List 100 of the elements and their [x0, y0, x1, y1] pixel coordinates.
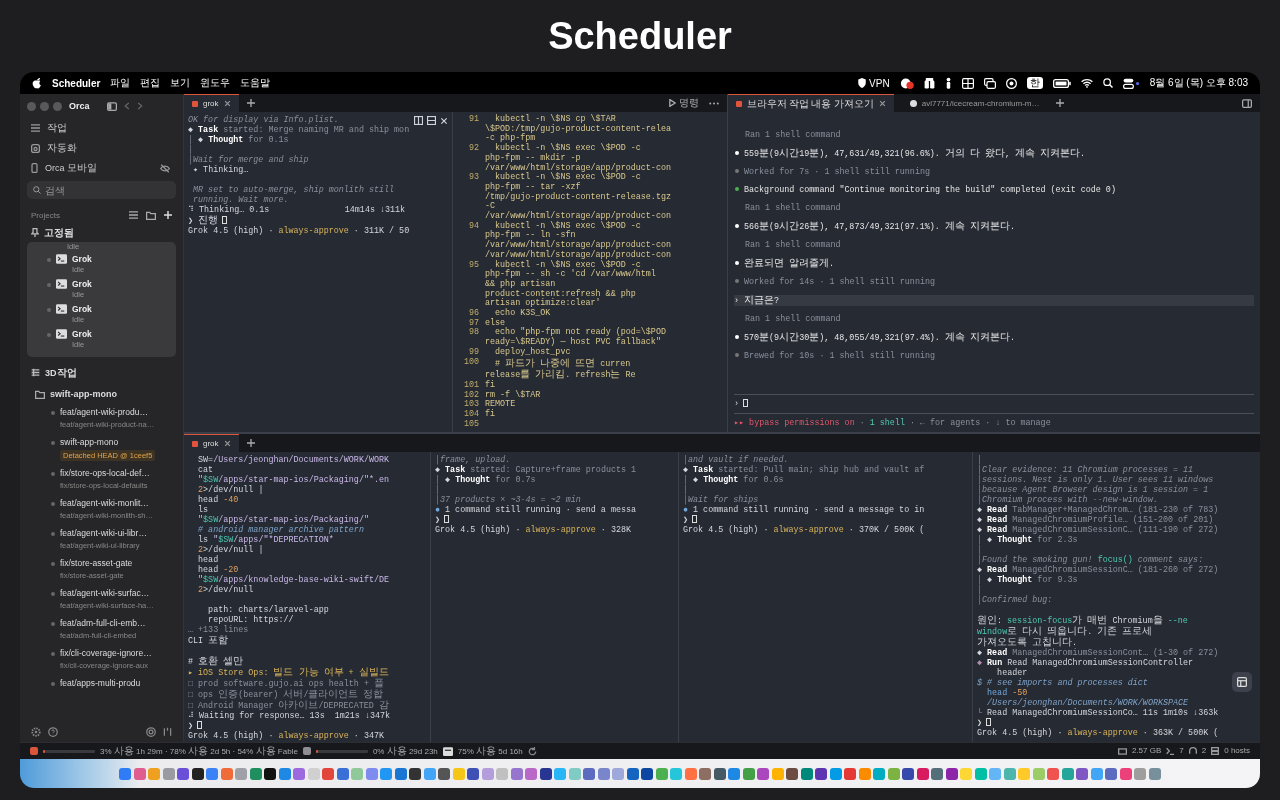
play-icon[interactable] [669, 99, 676, 107]
folder-icon[interactable] [146, 210, 156, 220]
plus-icon[interactable] [246, 99, 255, 107]
battery-icon[interactable] [1052, 78, 1071, 88]
grid-icon[interactable] [961, 77, 974, 89]
tab[interactable]: grok [184, 434, 239, 452]
wifi-icon[interactable] [1080, 78, 1093, 88]
help-icon[interactable] [48, 727, 58, 737]
panel-icon[interactable] [427, 116, 436, 125]
recording-icon[interactable] [899, 77, 914, 89]
shield-icon[interactable] [858, 78, 867, 88]
branch-name[interactable]: fix/store-asset-gate [60, 558, 133, 569]
app-icon[interactable] [641, 768, 654, 780]
app-icon[interactable] [409, 768, 422, 780]
group-label[interactable]: 고정됨 [44, 225, 74, 240]
app-icon[interactable] [945, 768, 958, 780]
branch-name[interactable]: fix/cli-coverage-ignore… [60, 648, 152, 659]
repo-name[interactable]: swift-app-mono [50, 389, 117, 399]
menu-item[interactable]: 편집 [140, 76, 161, 90]
layout-button[interactable] [1232, 672, 1252, 692]
app-icon[interactable] [467, 768, 480, 780]
app-icon[interactable] [713, 768, 726, 780]
binoculars-icon[interactable] [923, 77, 935, 89]
app-icon[interactable] [786, 768, 799, 780]
settings-icon[interactable] [31, 727, 41, 737]
nav-item[interactable]: Orca 모바일 [45, 161, 97, 175]
more-icon[interactable] [709, 101, 719, 105]
search-field[interactable]: 검색 [27, 181, 176, 199]
logo-icon[interactable] [32, 77, 42, 89]
calendar-icon[interactable] [31, 143, 40, 153]
sidebar-toggle-icon[interactable] [106, 101, 117, 111]
sidebar-toggle-icon[interactable] [1242, 98, 1252, 108]
forward-icon[interactable] [136, 102, 143, 110]
session-name[interactable]: Grok [72, 254, 92, 265]
branch-name[interactable]: feat/agent-wiki-surfac… [60, 588, 154, 599]
terminal-line: │frame, upload. [435, 455, 512, 465]
menu-item[interactable]: 보기 [170, 76, 191, 90]
branch-name[interactable]: feat/agent-wiki-produ… [60, 407, 155, 418]
vpn-label[interactable]: VPN [869, 77, 890, 89]
group-label[interactable]: 3D작업 [45, 365, 77, 380]
app-icon[interactable] [438, 768, 451, 780]
search-icon[interactable] [1102, 78, 1113, 88]
target-icon[interactable] [1005, 77, 1017, 89]
menu-item[interactable]: 윈도우 [200, 76, 231, 90]
input-method-indicator[interactable]: 한 [1026, 77, 1043, 89]
run-button[interactable]: 명령 [667, 95, 701, 111]
session-name[interactable]: Grok [72, 329, 92, 340]
app-menu[interactable]: Scheduler [52, 77, 101, 89]
nav-item[interactable]: 자동화 [47, 141, 77, 155]
split-icon[interactable] [163, 727, 172, 737]
back-icon[interactable] [123, 102, 130, 110]
close-icon[interactable] [878, 100, 886, 107]
terminal-line: ⠼ Waiting for response… 13s 1m21s ↓347k [188, 711, 391, 721]
close-icon[interactable] [440, 116, 448, 125]
session-name[interactable]: Grok [72, 279, 92, 290]
terminal-line: ls [197, 505, 210, 515]
app-icon[interactable] [815, 768, 828, 780]
branch-name[interactable]: feat/agent-wiki-monlit… [60, 498, 153, 509]
branch-name[interactable]: fix/store-ops-local-def… [60, 468, 150, 479]
app-title: Orca [69, 101, 90, 111]
close-icon[interactable] [223, 100, 231, 107]
tab[interactable]: avl7771/icecream-chromium-m… [901, 94, 1048, 112]
app-icon[interactable] [902, 768, 915, 780]
branch-name[interactable]: feat/adm-full-cli-emb… [60, 618, 146, 629]
branch-name[interactable]: feat/apps-multi-produ [60, 678, 141, 689]
menu-item[interactable]: 도움말 [240, 76, 271, 90]
app-icon[interactable] [539, 768, 552, 780]
terminal-line: ❯ [188, 721, 426, 731]
layout-icon[interactable] [1237, 677, 1247, 687]
plus-icon[interactable] [246, 439, 255, 447]
terminal-line: # 호환 셀만 [188, 656, 245, 667]
menu-item[interactable]: 파일 [110, 76, 131, 90]
bullet-icon [51, 441, 55, 445]
terminal-line: Grok 4.5 (high) · always-approve · 347K [188, 731, 386, 741]
windows-icon[interactable] [983, 77, 996, 89]
plus-icon[interactable] [1055, 99, 1064, 107]
toggles-icon[interactable] [1122, 77, 1140, 89]
clock[interactable]: 8월 6일 (목) 오후 8:03 [1149, 76, 1248, 90]
nav-item[interactable]: 작업 [47, 121, 67, 135]
tab[interactable]: 브라우저 작업 내용 가져오기 [728, 94, 894, 112]
app-icon[interactable] [264, 768, 277, 780]
phone-icon[interactable] [31, 163, 38, 173]
tab[interactable]: grok [184, 94, 239, 112]
app-icon[interactable] [191, 768, 204, 780]
terminal-line: head [197, 555, 220, 565]
session-name[interactable]: Grok [72, 304, 92, 315]
branch-name[interactable]: swift-app-mono [60, 437, 156, 448]
close-icon[interactable] [223, 440, 231, 447]
list-icon[interactable] [31, 124, 40, 132]
figure-icon[interactable] [944, 77, 952, 89]
terminal-line: Grok 4.5 (high) · always-approve · 328K [435, 525, 633, 535]
line-number: 102 [462, 390, 480, 400]
refresh-icon[interactable] [527, 746, 537, 756]
terminal-line: □ prod software.gujo.ai ops health + 플 [188, 678, 385, 689]
code-line: artisan optimize:clear' [485, 299, 601, 309]
list-icon[interactable] [129, 211, 138, 219]
branch-name[interactable]: feat/agent-wiki-ui-libr… [60, 528, 147, 539]
terminal-line: ◆ Read ManagedChromiumProfile… (151-200 of 201) [977, 515, 1215, 525]
terminal-line: ● 1 command still running · send a messa [435, 505, 638, 515]
eye-off-icon[interactable] [160, 163, 170, 173]
